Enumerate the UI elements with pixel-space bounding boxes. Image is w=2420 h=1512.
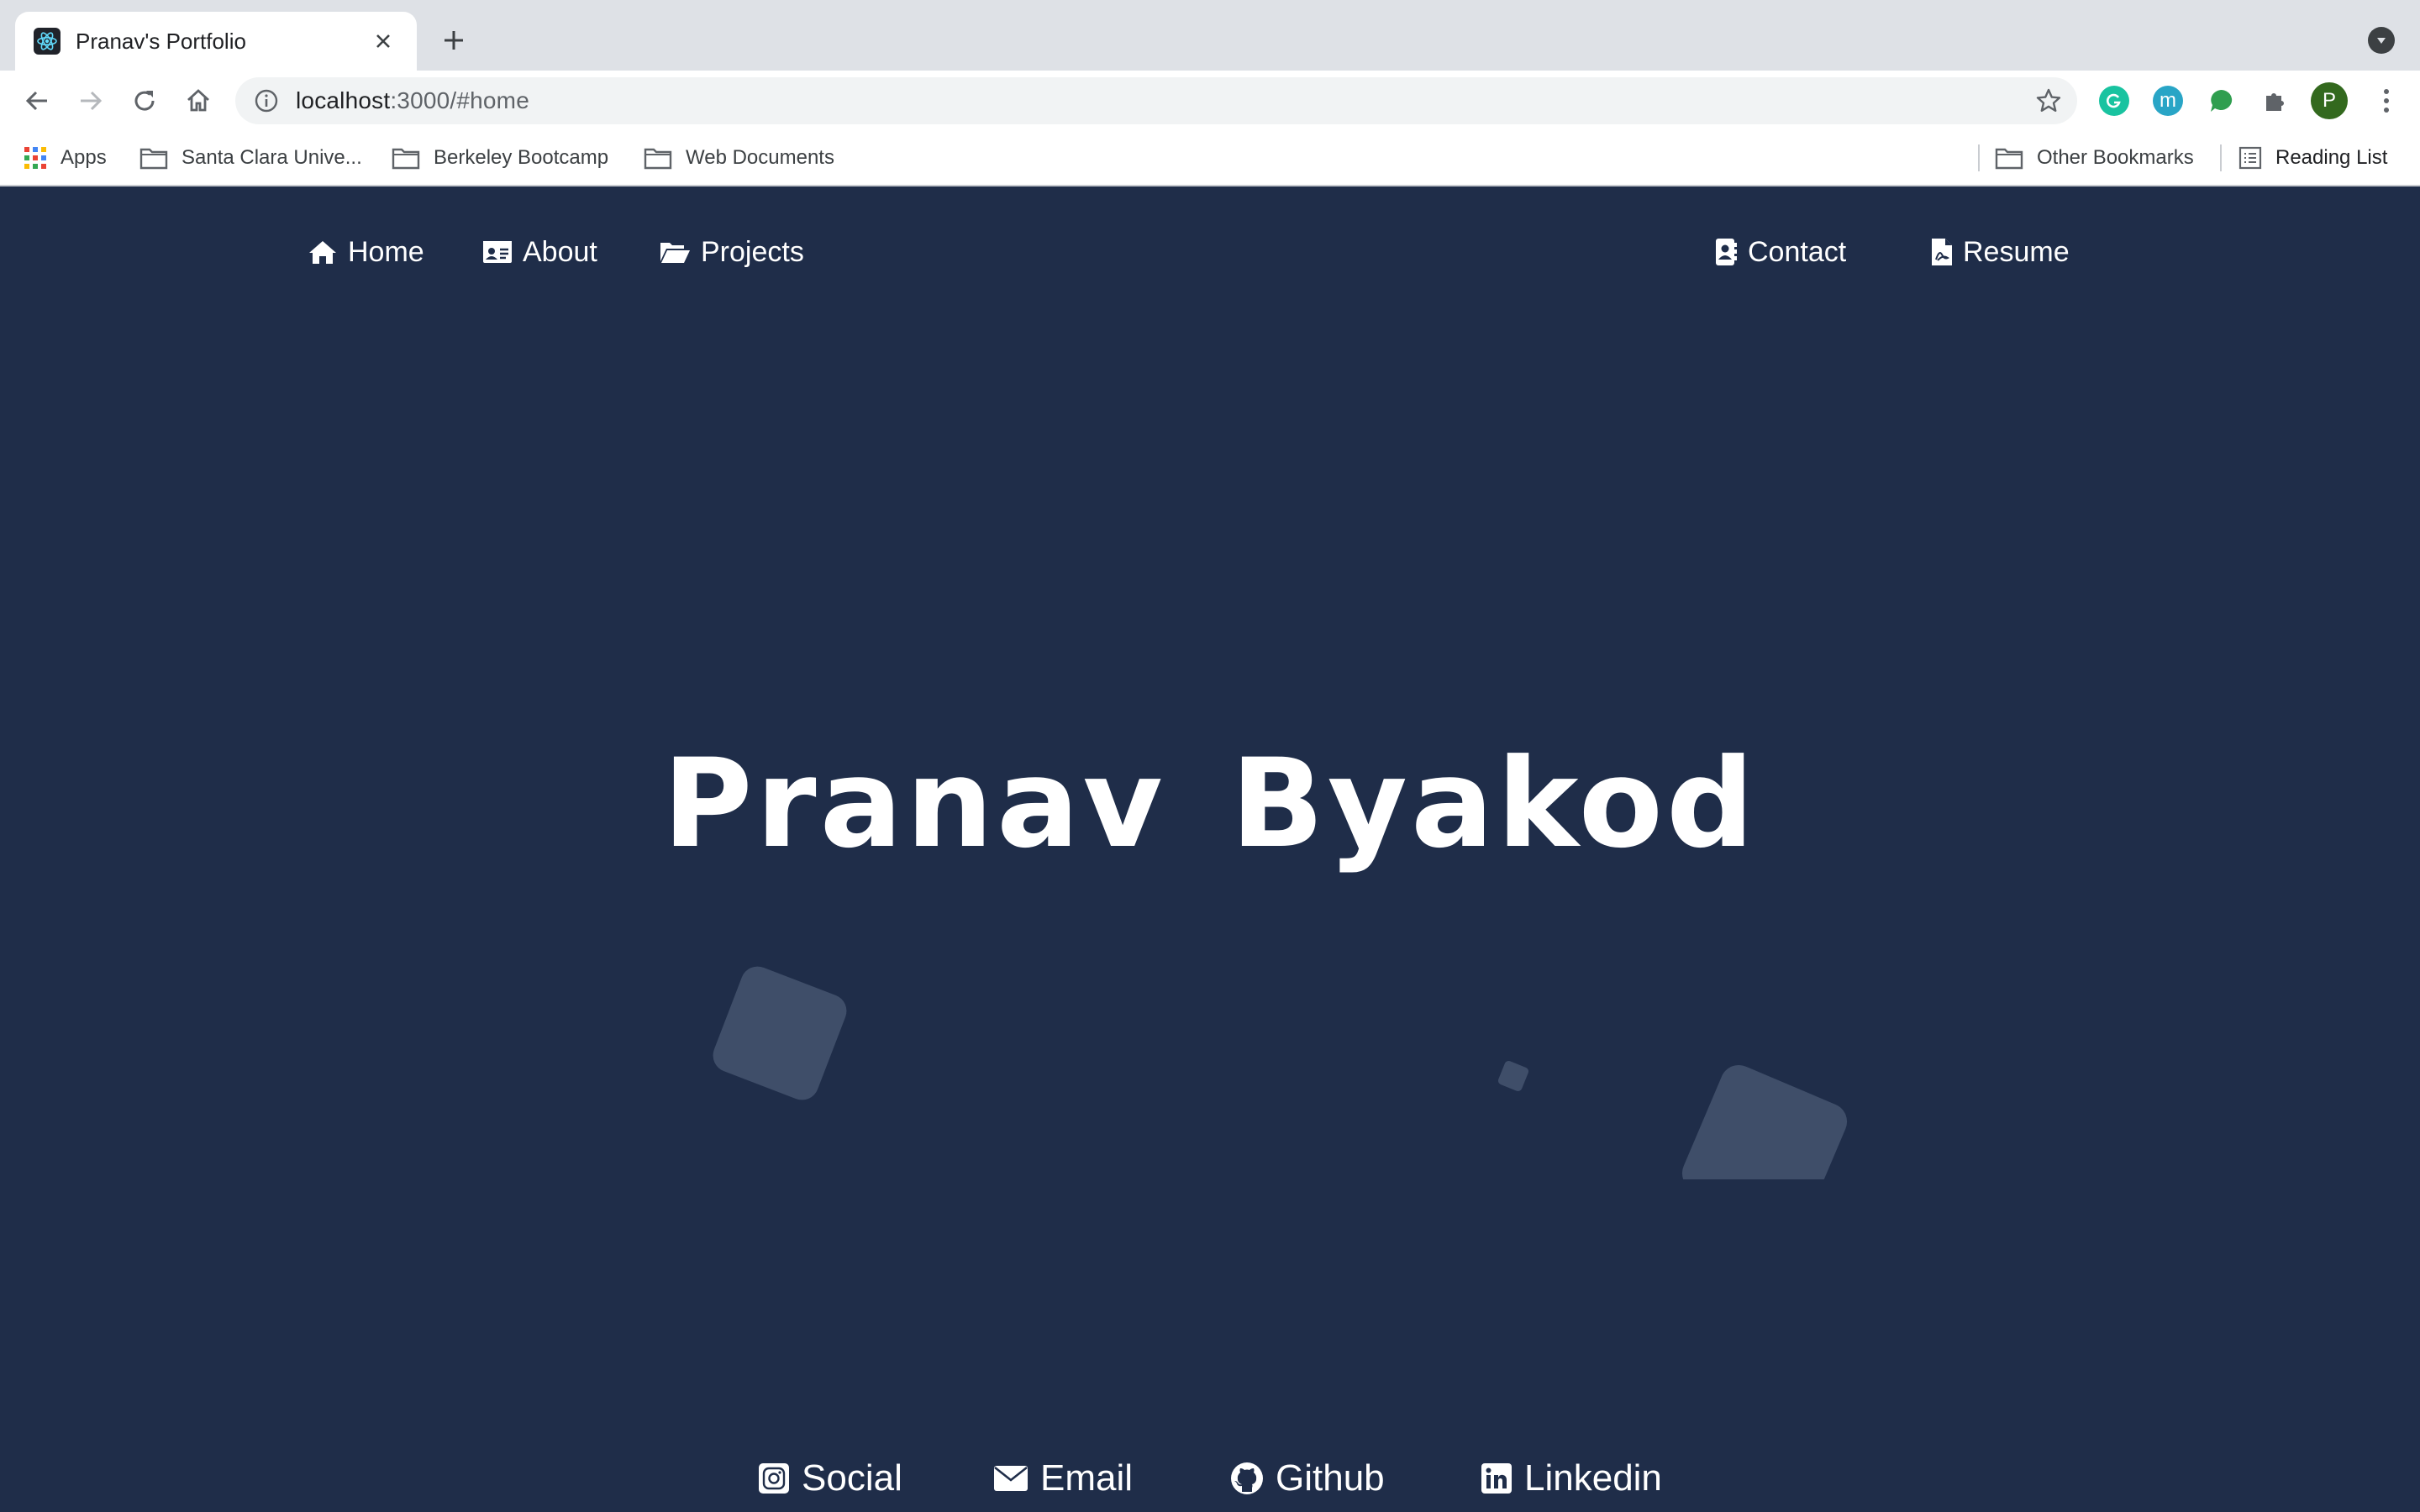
reading-list-icon	[2238, 146, 2262, 170]
folder-open-icon	[660, 243, 690, 263]
bookmark-divider	[1978, 144, 1980, 171]
bookmark-folder-other-bookmarks[interactable]: Other Bookmarks	[1995, 131, 2194, 185]
bookmark-divider	[2220, 144, 2222, 171]
footer-social-label: Social	[802, 1457, 902, 1499]
tab-strip: Pranav's Portfolio	[0, 0, 2420, 71]
address-book-icon	[1716, 239, 1737, 265]
bookmark-folder-berkeley-bootcamp[interactable]: Berkeley Bootcamp	[392, 131, 608, 185]
nav-home-label: Home	[348, 235, 424, 268]
reading-list-button[interactable]: Reading List	[2238, 131, 2387, 185]
folder-icon	[392, 148, 420, 170]
react-icon	[34, 28, 60, 55]
close-icon[interactable]	[368, 26, 398, 56]
browser-tab[interactable]: Pranav's Portfolio	[15, 12, 417, 71]
address-bar[interactable]: localhost:3000/#home	[235, 77, 2077, 124]
bookmark-label: Santa Clara Unive...	[182, 146, 362, 169]
star-icon[interactable]	[2035, 87, 2062, 114]
footer-linkedin-label: Linkedin	[1524, 1457, 1662, 1499]
nav-projects-label: Projects	[701, 235, 804, 268]
grammarly-extension-icon[interactable]	[2099, 86, 2129, 116]
nav-home-link[interactable]: Home	[308, 228, 424, 276]
nav-resume-link[interactable]: Resume	[1931, 228, 2070, 276]
reload-icon[interactable]	[126, 82, 163, 119]
bookmark-folder-web-documents[interactable]: Web Documents	[644, 131, 834, 185]
new-tab-button[interactable]	[437, 24, 471, 57]
portfolio-page: Home About Projects Contact Resume Prana…	[0, 186, 2420, 1512]
file-pdf-icon	[1932, 239, 1952, 265]
footer-email-link[interactable]: Email	[993, 1455, 1133, 1502]
m-extension-icon[interactable]: m	[2153, 86, 2183, 116]
bookmark-apps[interactable]: Apps	[24, 131, 107, 185]
home-icon	[309, 241, 336, 264]
bookmark-label: Apps	[60, 146, 107, 169]
footer-github-label: Github	[1276, 1457, 1385, 1499]
footer-social-link[interactable]: Social	[758, 1455, 902, 1502]
profile-avatar[interactable]: P	[2311, 82, 2348, 119]
bookmark-label: Web Documents	[686, 146, 834, 169]
bookmark-label: Berkeley Bootcamp	[434, 146, 609, 169]
floating-square-large	[708, 961, 852, 1105]
footer-github-link[interactable]: Github	[1230, 1455, 1385, 1502]
hero-name: Pranav Byakod	[662, 732, 1758, 875]
id-card-icon	[483, 241, 512, 263]
url-text[interactable]: localhost:3000/#home	[296, 87, 529, 114]
instagram-icon	[759, 1463, 789, 1494]
back-icon[interactable]	[18, 82, 55, 119]
bookmark-folder-santa-clara[interactable]: Santa Clara Unive...	[139, 131, 362, 185]
linkedin-icon	[1481, 1463, 1512, 1494]
puzzle-icon[interactable]	[2260, 86, 2291, 116]
bookmarks-bar: Apps Santa Clara Unive... Berkeley Bootc…	[0, 131, 2420, 186]
nav-resume-label: Resume	[1963, 235, 2070, 268]
nav-projects-link[interactable]: Projects	[659, 228, 804, 276]
reading-list-label: Reading List	[2275, 146, 2388, 169]
folder-icon	[139, 148, 168, 170]
folder-icon	[1995, 148, 2023, 170]
home-icon[interactable]	[180, 82, 217, 119]
nav-contact-link[interactable]: Contact	[1714, 228, 1846, 276]
tab-search-icon[interactable]	[2368, 27, 2395, 54]
forward-icon[interactable]	[72, 82, 109, 119]
floating-square-small	[1497, 1059, 1530, 1093]
github-icon	[1231, 1462, 1263, 1494]
bookmark-label: Other Bookmarks	[2037, 146, 2194, 169]
apps-grid-icon	[24, 147, 46, 169]
envelope-icon	[994, 1466, 1028, 1491]
nav-about-label: About	[523, 235, 597, 268]
info-icon[interactable]	[254, 88, 279, 113]
nav-contact-label: Contact	[1748, 235, 1847, 268]
chat-extension-icon[interactable]	[2207, 86, 2237, 116]
floating-square-clipped	[1664, 1060, 1882, 1179]
kebab-menu-icon[interactable]	[2371, 86, 2402, 116]
folder-icon	[644, 148, 672, 170]
footer-linkedin-link[interactable]: Linkedin	[1481, 1455, 1662, 1502]
tab-title: Pranav's Portfolio	[76, 28, 246, 54]
footer-email-label: Email	[1040, 1457, 1134, 1499]
nav-about-link[interactable]: About	[482, 228, 597, 276]
